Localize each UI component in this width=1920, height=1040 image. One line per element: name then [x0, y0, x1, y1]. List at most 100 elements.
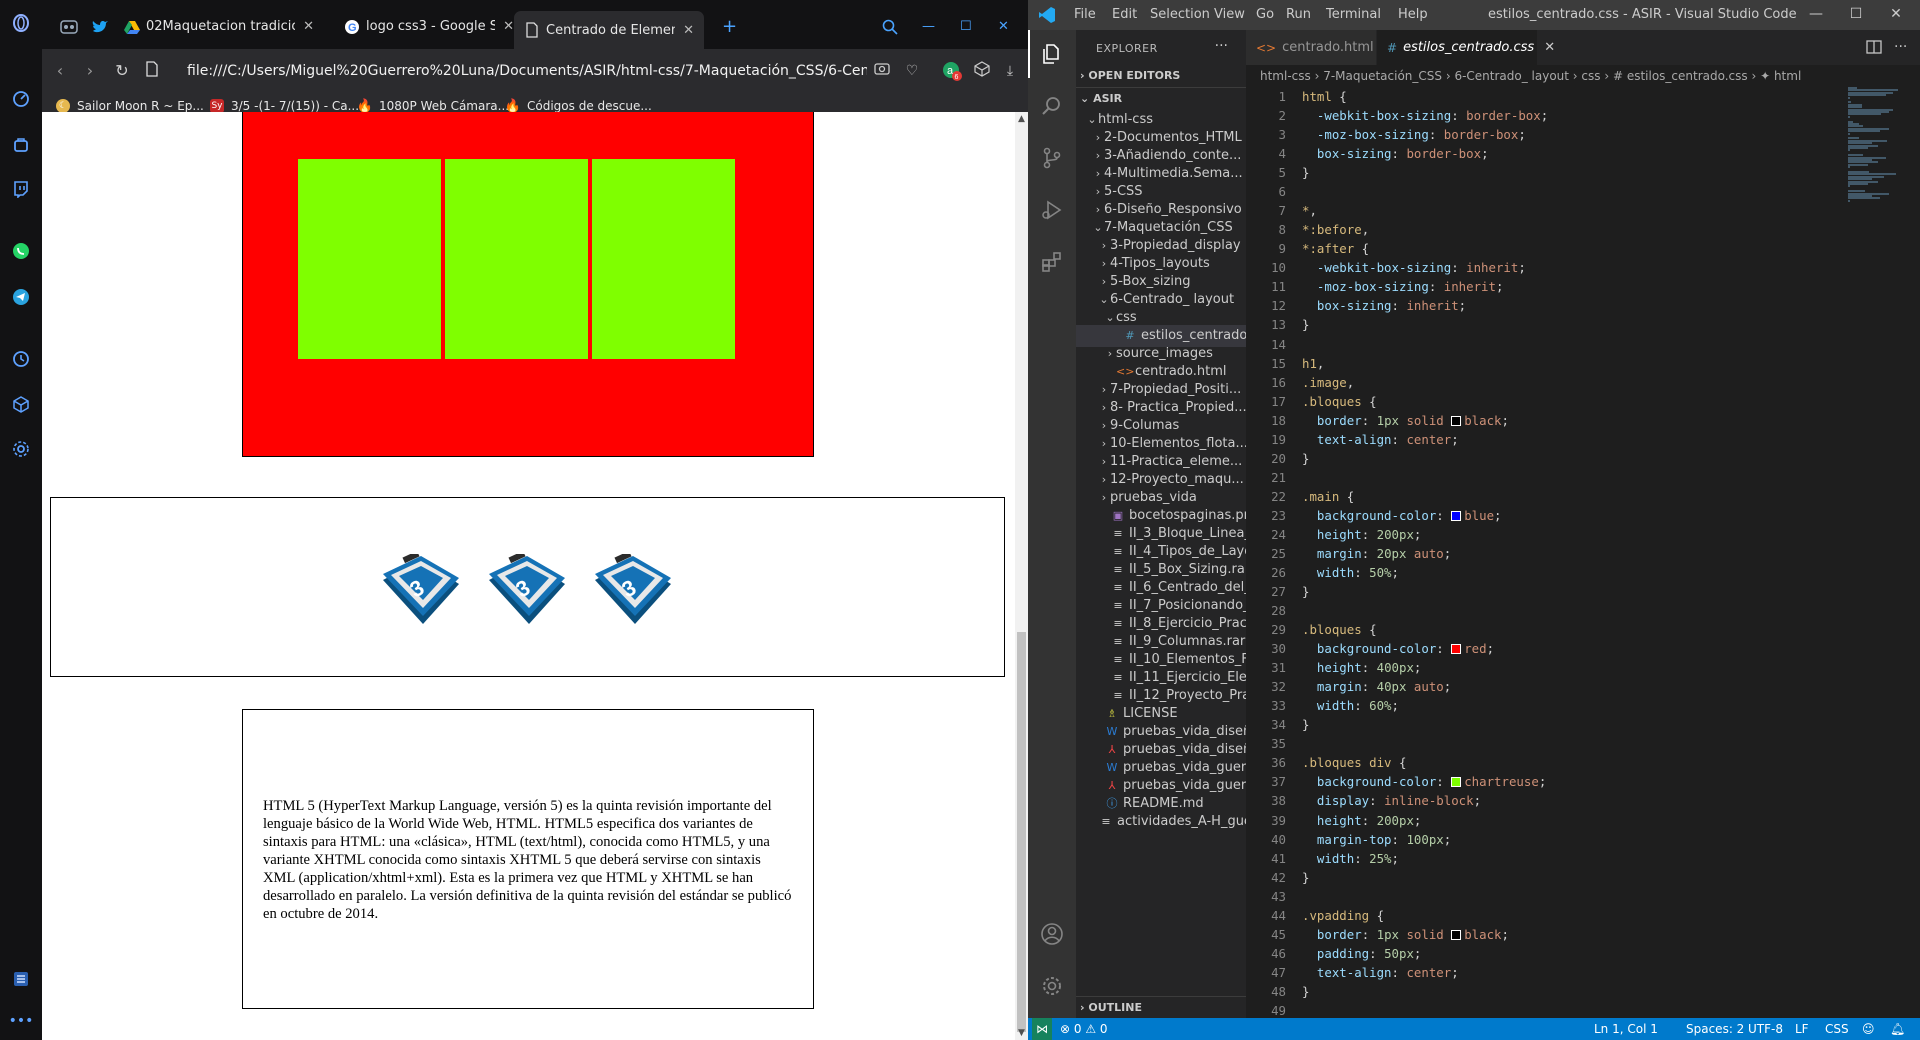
cursor-position[interactable]: Ln 1, Col 1 — [1594, 1018, 1658, 1040]
snapshot-camera-icon[interactable] — [872, 61, 892, 81]
code-line[interactable]: 40 margin-top: 100px; — [1246, 830, 1846, 849]
code-line[interactable]: 41 width: 25%; — [1246, 849, 1846, 868]
forward-icon[interactable]: › — [80, 61, 100, 80]
more-actions-icon[interactable]: ··· — [1894, 39, 1907, 55]
bookmark-heart-icon[interactable]: ♡ — [902, 61, 922, 81]
search-icon[interactable] — [1040, 94, 1064, 118]
code-line[interactable]: 31 height: 400px; — [1246, 658, 1846, 677]
run-debug-icon[interactable] — [1040, 198, 1064, 222]
extensions-icon[interactable] — [1040, 250, 1064, 274]
code-line[interactable]: 28 — [1246, 601, 1846, 620]
code-line[interactable]: 32 margin: 40px auto; — [1246, 677, 1846, 696]
close-tab-icon[interactable]: ✕ — [303, 19, 314, 34]
code-line[interactable]: 44 .vpadding { — [1246, 906, 1846, 925]
breadcrumb[interactable]: html-css › 7-Maquetación_CSS › 6-Centrad… — [1246, 65, 1920, 87]
settings-gear-icon[interactable] — [10, 438, 32, 460]
sidebar-setup-icon[interactable] — [10, 968, 32, 990]
code-line[interactable]: 24 height: 200px; — [1246, 525, 1846, 544]
code-line[interactable]: 7 *, — [1246, 201, 1846, 220]
code-line[interactable]: 33 width: 60%; — [1246, 696, 1846, 715]
code-line[interactable]: 25 margin: 20px auto; — [1246, 544, 1846, 563]
code-line[interactable]: 14 — [1246, 335, 1846, 354]
history-icon[interactable] — [10, 348, 32, 370]
menu-terminal[interactable]: Terminal — [1326, 7, 1381, 22]
code-line[interactable]: 9 *:after { — [1246, 239, 1846, 258]
menu-selection[interactable]: Selection — [1150, 7, 1210, 22]
code-line[interactable]: 12 box-sizing: inherit; — [1246, 296, 1846, 315]
tab-maquetacion[interactable]: 02Maquetacion tradicional ✕ — [114, 11, 324, 42]
code-line[interactable]: 45 border: 1px solid black; — [1246, 925, 1846, 944]
code-line[interactable]: 27} — [1246, 582, 1846, 601]
code-line[interactable]: 13} — [1246, 315, 1846, 334]
problems-indicator[interactable]: ⊗ 0 ⚠ 0 — [1060, 1018, 1108, 1040]
outline-section[interactable]: › OUTLINE — [1076, 996, 1246, 1018]
code-line[interactable]: 38 display: inline-block; — [1246, 791, 1846, 810]
back-icon[interactable]: ‹ — [50, 61, 70, 80]
maximize-icon[interactable]: ☐ — [1846, 6, 1866, 22]
menu-file[interactable]: File — [1074, 7, 1096, 22]
color-swatch[interactable] — [1451, 510, 1462, 521]
code-line[interactable]: 35 — [1246, 734, 1846, 753]
tab-google-search[interactable]: G logo css3 - Google Search ✕ — [334, 11, 524, 42]
code-line[interactable]: 15 h1, — [1246, 354, 1846, 373]
more-actions-icon[interactable]: ··· — [1215, 38, 1228, 54]
code-line[interactable]: 2 -webkit-box-sizing: border-box; — [1246, 106, 1846, 125]
code-line[interactable]: 17 .bloques { — [1246, 392, 1846, 411]
code-line[interactable]: 36 .bloques div { — [1246, 753, 1846, 772]
remote-icon[interactable]: ⋈ — [1032, 1018, 1052, 1040]
color-swatch[interactable] — [1451, 929, 1462, 940]
explorer-files-icon[interactable] — [1040, 42, 1064, 66]
code-line[interactable]: 43 — [1246, 887, 1846, 906]
color-swatch[interactable] — [1451, 415, 1462, 426]
code-line[interactable]: 48} — [1246, 982, 1846, 1001]
color-swatch[interactable] — [1451, 777, 1462, 788]
code-line[interactable]: 29 .bloques { — [1246, 620, 1846, 639]
code-line[interactable]: 26 width: 50%; — [1246, 563, 1846, 582]
minimize-icon[interactable]: — — [1806, 6, 1826, 22]
page-scrollbar[interactable]: ▲ ▼ — [1015, 112, 1028, 1040]
account-icon[interactable] — [1040, 922, 1064, 946]
scroll-up-arrow-icon[interactable]: ▲ — [1015, 112, 1028, 126]
code-line[interactable]: 6 — [1246, 182, 1846, 201]
feedback-icon[interactable]: ☺ — [1862, 1018, 1875, 1040]
notifications-bell-icon[interactable]: 🔔︎ — [1890, 1018, 1905, 1040]
code-line[interactable]: 3 -moz-box-sizing: border-box; — [1246, 125, 1846, 144]
menu-run[interactable]: Run — [1286, 7, 1311, 22]
editor-tab-centrado-html[interactable]: <> centrado.html — [1246, 30, 1376, 65]
maximize-icon[interactable]: ☐ — [950, 11, 982, 42]
code-line[interactable]: 5} — [1246, 163, 1846, 182]
color-swatch[interactable] — [1451, 644, 1462, 655]
scrollbar-thumb[interactable] — [1017, 632, 1026, 1032]
line-ending[interactable]: LF — [1795, 1018, 1809, 1040]
code-line[interactable]: 4 box-sizing: border-box; — [1246, 144, 1846, 163]
close-tab-icon[interactable]: ✕ — [683, 23, 694, 38]
reload-icon[interactable]: ↻ — [112, 61, 132, 80]
encoding[interactable]: UTF-8 — [1748, 1018, 1783, 1040]
twitter-tab-icon[interactable] — [82, 11, 118, 42]
page-info-icon[interactable] — [142, 61, 162, 81]
menu-help[interactable]: Help — [1398, 7, 1428, 22]
shopping-icon[interactable] — [10, 133, 32, 155]
code-line[interactable]: 11 -moz-box-sizing: inherit; — [1246, 277, 1846, 296]
language-mode[interactable]: CSS — [1825, 1018, 1849, 1040]
code-line[interactable]: 8 *:before, — [1246, 220, 1846, 239]
source-control-icon[interactable] — [1040, 146, 1064, 170]
editor-tab-estilos-css[interactable]: # estilos_centrado.css ✕ — [1377, 30, 1555, 65]
split-editor-icon[interactable] — [1866, 39, 1882, 59]
code-line[interactable]: 21 — [1246, 468, 1846, 487]
scroll-down-arrow-icon[interactable]: ▼ — [1015, 1026, 1028, 1040]
code-line[interactable]: 37 background-color: chartreuse; — [1246, 772, 1846, 791]
more-dots-icon[interactable]: ••• — [9, 1010, 34, 1032]
code-line[interactable]: 22 .main { — [1246, 487, 1846, 506]
search-tabs-icon[interactable] — [872, 11, 908, 42]
url-input[interactable]: file:///C:/Users/Miguel%20Guerrero%20Lun… — [187, 57, 867, 85]
code-line[interactable]: 46 padding: 50px; — [1246, 944, 1846, 963]
opera-logo-icon[interactable] — [10, 12, 32, 34]
code-line[interactable]: 39 height: 200px; — [1246, 811, 1846, 830]
downloads-icon[interactable]: ⤓ — [1000, 61, 1020, 81]
code-line[interactable]: 1 html { — [1246, 87, 1846, 106]
code-line[interactable]: 34} — [1246, 715, 1846, 734]
extensions-cube-icon[interactable] — [10, 393, 32, 415]
speed-dial-icon[interactable] — [10, 88, 32, 110]
close-window-icon[interactable]: ✕ — [988, 11, 1019, 42]
